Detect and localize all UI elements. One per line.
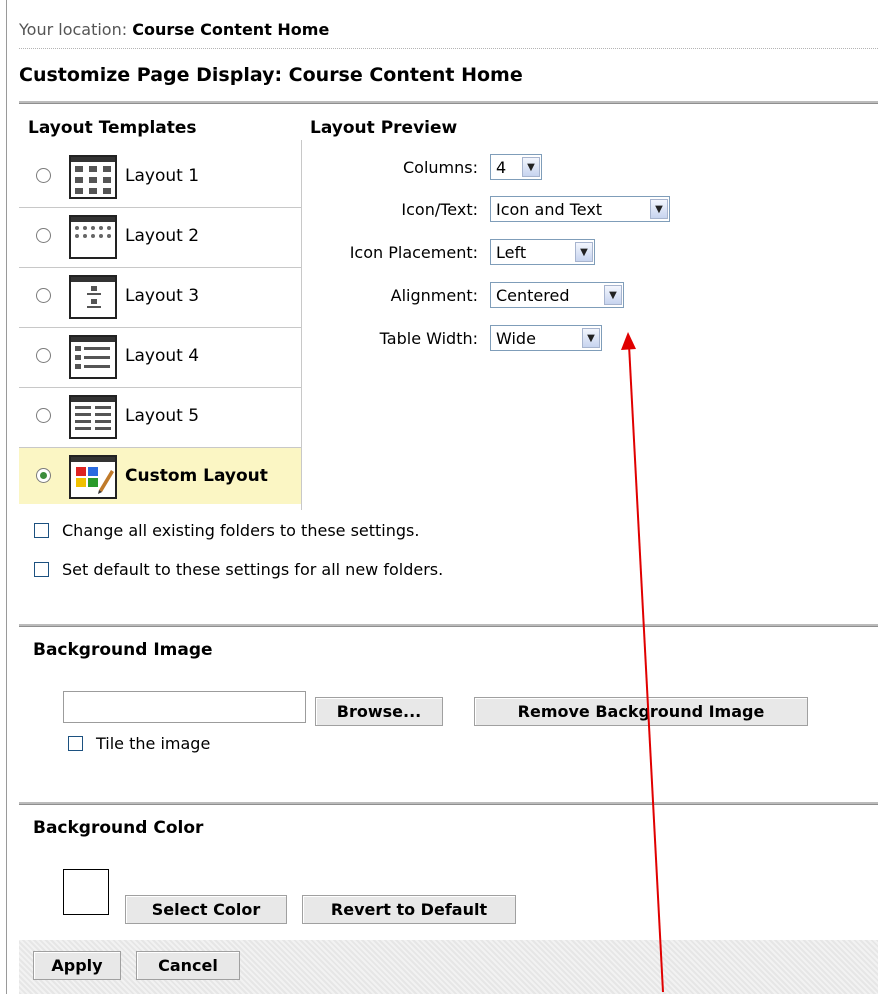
icon-placement-label: Icon Placement: (349, 243, 478, 262)
dropdown-arrow-icon[interactable]: ▼ (522, 157, 540, 177)
tile-image-checkbox[interactable] (68, 736, 83, 751)
layout-5-radio[interactable] (36, 408, 51, 423)
layout-option-4[interactable]: Layout 4 (19, 328, 301, 388)
alignment-select[interactable]: Centered ▼ (490, 282, 624, 308)
remove-background-image-button[interactable]: Remove Background Image (474, 697, 808, 726)
revert-to-default-button[interactable]: Revert to Default (302, 895, 516, 924)
icon-placement-value: Left (496, 243, 527, 262)
apply-button[interactable]: Apply (33, 951, 121, 980)
section-divider (19, 802, 878, 805)
title-divider (19, 101, 878, 104)
custom-layout-radio[interactable] (36, 468, 51, 483)
layout-1-icon (69, 155, 117, 199)
table-width-label: Table Width: (379, 329, 478, 348)
dropdown-arrow-icon[interactable]: ▼ (650, 199, 668, 219)
set-default-checkbox[interactable] (34, 562, 49, 577)
layout-option-1[interactable]: Layout 1 (19, 148, 301, 208)
columns-value: 4 (496, 158, 507, 177)
dropdown-arrow-icon[interactable]: ▼ (582, 328, 600, 348)
layout-3-label: Layout 3 (125, 286, 200, 306)
columns-select[interactable]: 4 ▼ (490, 154, 542, 180)
layout-option-custom[interactable]: Custom Layout (19, 448, 301, 504)
cancel-button[interactable]: Cancel (136, 951, 240, 980)
background-color-heading: Background Color (33, 818, 204, 838)
layout-4-label: Layout 4 (125, 346, 200, 366)
background-image-heading: Background Image (33, 640, 213, 660)
layout-2-icon (69, 215, 117, 259)
tile-image-label: Tile the image (96, 734, 211, 753)
layout-preview-heading: Layout Preview (310, 118, 458, 138)
breadcrumb-divider (19, 48, 878, 49)
location-prefix: Your location: (19, 20, 128, 39)
change-existing-checkbox[interactable] (34, 523, 49, 538)
custom-layout-icon (69, 455, 117, 499)
layout-2-radio[interactable] (36, 228, 51, 243)
icon-placement-select[interactable]: Left ▼ (490, 239, 595, 265)
alignment-label: Alignment: (390, 286, 478, 305)
icon-text-row: Icon/Text: Icon and Text ▼ (300, 195, 670, 225)
layout-option-2[interactable]: Layout 2 (19, 208, 301, 268)
layout-templates-heading: Layout Templates (28, 118, 197, 138)
layout-3-icon (69, 275, 117, 319)
color-swatch[interactable] (63, 869, 109, 915)
layout-5-icon (69, 395, 117, 439)
change-existing-label: Change all existing folders to these set… (62, 521, 420, 540)
location-name[interactable]: Course Content Home (132, 20, 329, 39)
breadcrumb: Your location: Course Content Home (19, 20, 329, 39)
layout-templates-list: Layout 1 Layout 2 Layout 3 Layout 4 Layo… (19, 148, 301, 504)
layout-3-radio[interactable] (36, 288, 51, 303)
alignment-value: Centered (496, 286, 570, 305)
layout-1-label: Layout 1 (125, 166, 200, 186)
left-border (6, 0, 7, 994)
columns-label: Columns: (403, 158, 478, 177)
columns-row: Columns: 4 ▼ (300, 153, 600, 183)
icon-text-label: Icon/Text: (401, 200, 478, 219)
dropdown-arrow-icon[interactable]: ▼ (575, 242, 593, 262)
layout-option-3[interactable]: Layout 3 (19, 268, 301, 328)
dropdown-arrow-icon[interactable]: ▼ (604, 285, 622, 305)
layout-4-icon (69, 335, 117, 379)
layout-1-radio[interactable] (36, 168, 51, 183)
icon-text-value: Icon and Text (496, 200, 603, 219)
layout-2-label: Layout 2 (125, 226, 200, 246)
table-width-row: Table Width: Wide ▼ (300, 324, 602, 354)
custom-layout-label: Custom Layout (125, 466, 268, 486)
section-divider (19, 624, 878, 627)
page-title: Customize Page Display: Course Content H… (19, 64, 523, 86)
layout-5-label: Layout 5 (125, 406, 200, 426)
alignment-row: Alignment: Centered ▼ (300, 281, 624, 311)
browse-button[interactable]: Browse... (315, 697, 443, 726)
layout-4-radio[interactable] (36, 348, 51, 363)
select-color-button[interactable]: Select Color (125, 895, 287, 924)
icon-placement-row: Icon Placement: Left ▼ (300, 238, 600, 268)
table-width-select[interactable]: Wide ▼ (490, 325, 602, 351)
icon-text-select[interactable]: Icon and Text ▼ (490, 196, 670, 222)
layout-option-5[interactable]: Layout 5 (19, 388, 301, 448)
table-width-value: Wide (496, 329, 536, 348)
background-image-file-input[interactable] (63, 691, 306, 723)
set-default-label: Set default to these settings for all ne… (62, 560, 444, 579)
